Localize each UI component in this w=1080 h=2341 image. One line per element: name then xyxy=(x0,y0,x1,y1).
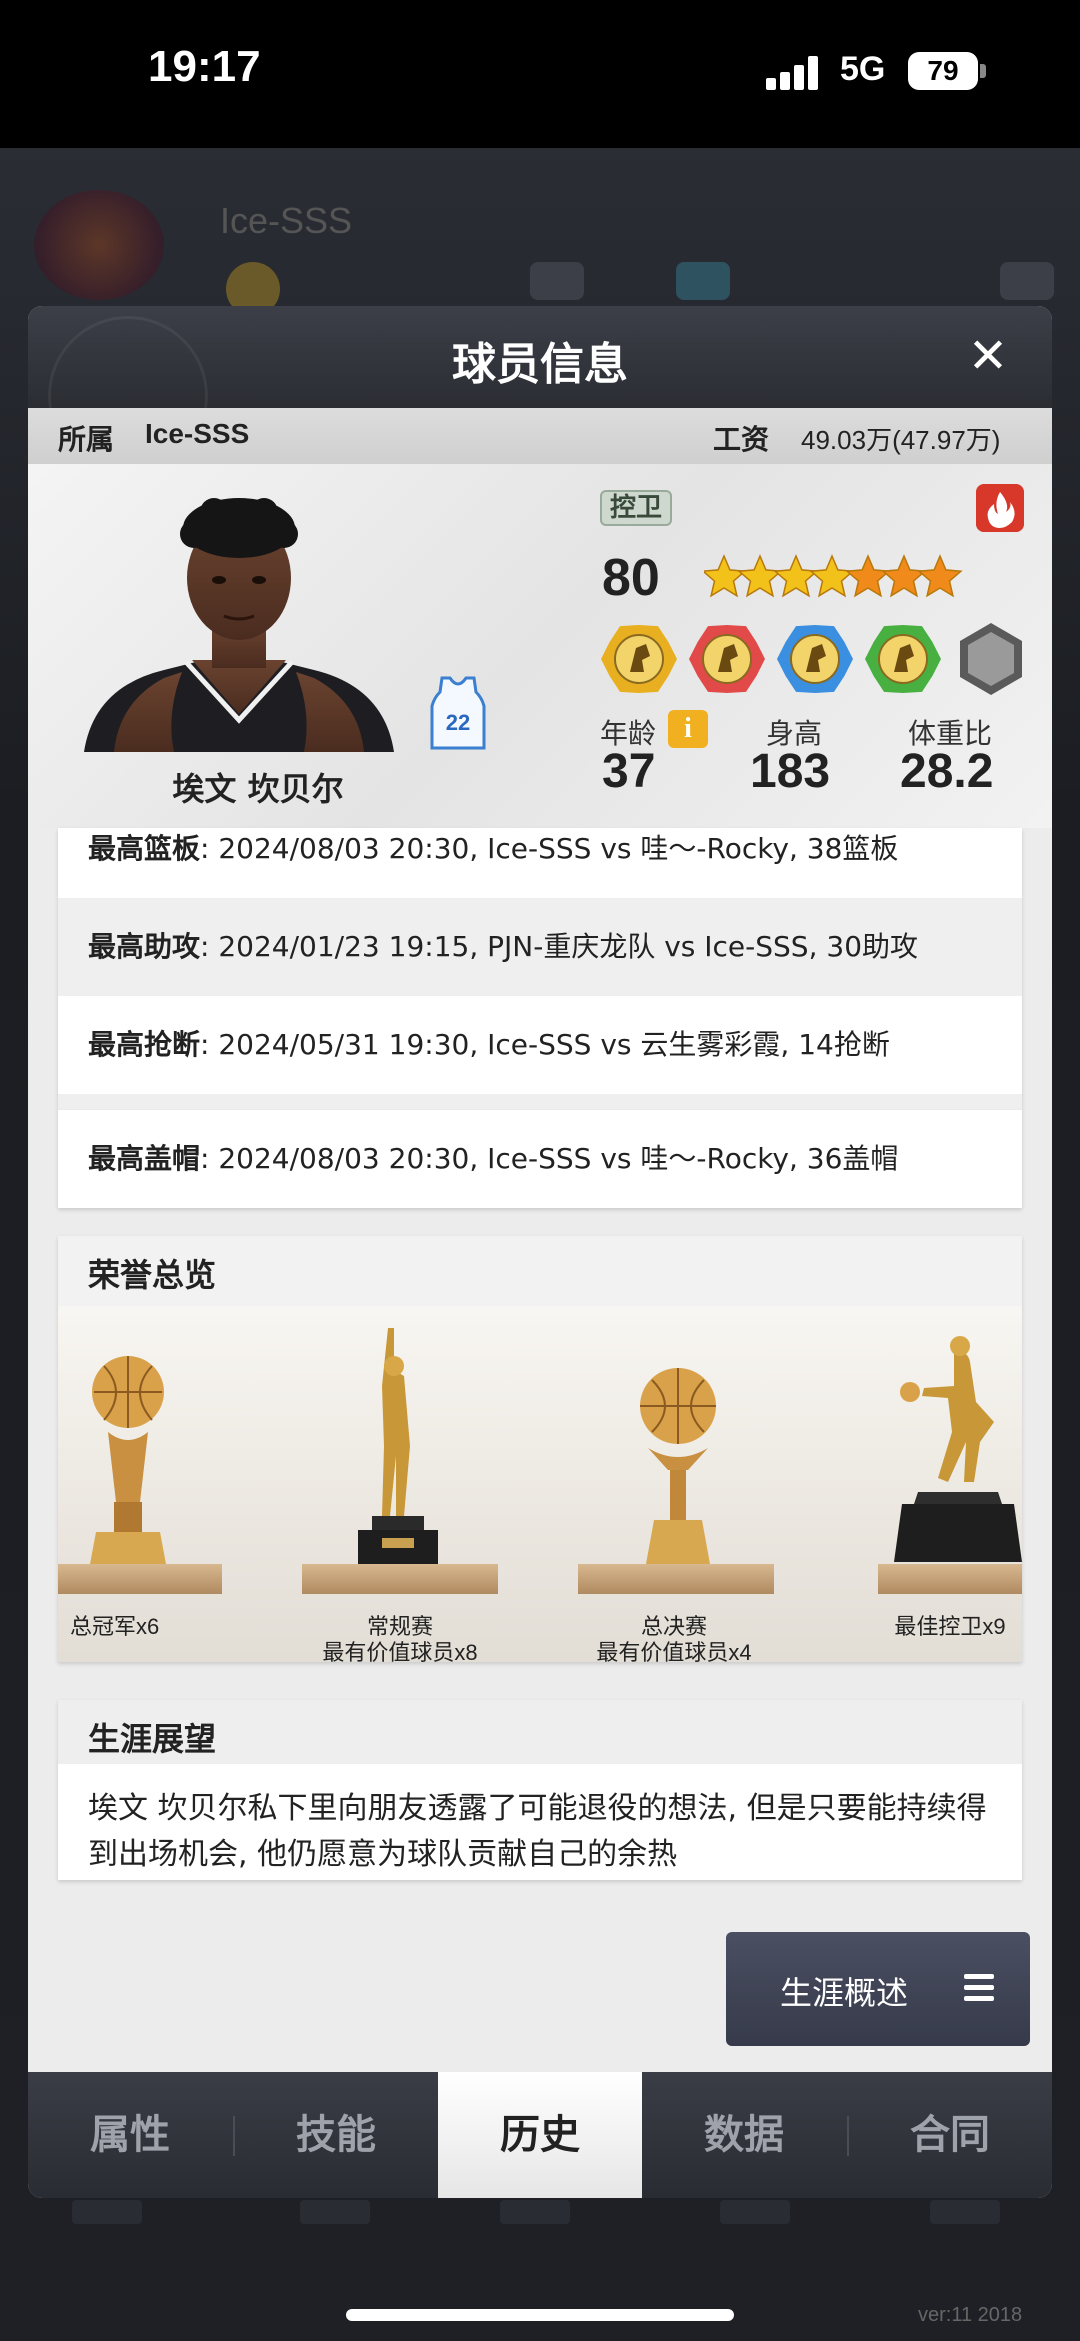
star-icon xyxy=(917,554,963,598)
tab-skills[interactable]: 技能 xyxy=(234,2072,438,2198)
status-bar: 19:17 5G 79 xyxy=(0,0,1080,148)
record-row-partial xyxy=(58,1094,1022,1110)
tab-history[interactable]: 历史 xyxy=(438,2072,642,2198)
team-label: 所属 xyxy=(58,423,115,456)
player-card: 22 埃文 坎贝尔 控卫 80 年龄 i 身高 体重比 37 183 28.2 xyxy=(28,464,1052,828)
fire-icon[interactable] xyxy=(976,484,1024,532)
gold-badge-icon[interactable] xyxy=(600,620,678,698)
battery-tip xyxy=(980,64,986,78)
honors-overview: 荣誉总览 总冠军x6 常规赛 最有价值球员x8 总决赛 最有价值球员x4 最佳控… xyxy=(58,1236,1022,1662)
gem-icon xyxy=(676,262,730,300)
version-label: ver:11 2018 xyxy=(918,2304,1023,2326)
star-rating xyxy=(704,554,963,598)
tab-stats[interactable]: 数据 xyxy=(642,2072,846,2198)
star-icon xyxy=(737,554,783,598)
record-row: 最高助攻: 2024/01/23 19:15, PJN-重庆龙队 vs Ice-… xyxy=(58,898,1022,996)
honor-label: 总冠军x6 xyxy=(70,1614,160,1639)
career-summary-button[interactable]: 生涯概述 xyxy=(726,1932,1030,2046)
career-summary-label: 生涯概述 xyxy=(780,1974,909,2012)
star-icon xyxy=(773,554,819,598)
overall-rating: 80 xyxy=(602,549,660,607)
background-chip xyxy=(530,262,584,300)
outlook-header: 生涯展望 xyxy=(58,1700,1022,1764)
age-value: 37 xyxy=(602,745,656,798)
info-icon[interactable]: i xyxy=(668,710,708,748)
salary-value: 49.03万(47.97万) xyxy=(801,425,1001,455)
star-icon xyxy=(704,554,747,598)
player-info-modal: 球员信息 ✕ 所属 Ice-SSS 工资 49.03万(47.97万) 22 埃… xyxy=(28,306,1052,2198)
honors-title: 荣誉总览 xyxy=(88,1256,217,1294)
home-indicator[interactable] xyxy=(346,2309,734,2321)
career-records-list-tail: 最高盖帽: 2024/08/03 20:30, Ice-SSS vs 哇～-Ro… xyxy=(58,1110,1022,1208)
honor-label: 最佳控卫x9 xyxy=(894,1614,1006,1639)
jersey-number: 22 xyxy=(446,710,470,735)
position-badge: 控卫 xyxy=(600,490,673,526)
jersey-icon: 22 xyxy=(430,676,486,750)
outlook-text: 埃文 坎贝尔私下里向朋友透露了可能退役的想法, 但是只要能持续得到出场机会, 他… xyxy=(88,1791,987,1872)
modal-header: 球员信息 ✕ xyxy=(28,306,1052,476)
regular-season-mvp-trophy-icon xyxy=(358,1328,438,1564)
height-value: 183 xyxy=(750,745,831,798)
tab-contract[interactable]: 合同 xyxy=(848,2072,1052,2198)
menu-icon xyxy=(964,1972,994,2002)
signal-icon xyxy=(766,56,822,90)
honor-label: 常规赛 最有价值球员x8 xyxy=(322,1614,478,1662)
team-salary-bar: 所属 Ice-SSS 工资 49.03万(47.97万) xyxy=(28,408,1052,464)
background-team-name: Ice-SSS xyxy=(220,200,353,241)
battery-icon: 79 xyxy=(908,52,978,90)
bmi-value: 28.2 xyxy=(900,745,994,798)
record-row: 最高盖帽: 2024/08/03 20:30, Ice-SSS vs 哇～-Ro… xyxy=(88,1142,899,1175)
blue-badge-icon[interactable] xyxy=(776,620,854,698)
background-footer xyxy=(0,2200,1080,2290)
modal-title: 球员信息 xyxy=(452,339,628,390)
player-portrait xyxy=(84,498,394,752)
close-icon[interactable]: ✕ xyxy=(962,330,1014,382)
career-outlook: 生涯展望 埃文 坎贝尔私下里向朋友透露了可能退役的想法, 但是只要能持续得到出场… xyxy=(58,1700,1022,1880)
red-badge-icon[interactable] xyxy=(688,620,766,698)
record-row: 最高篮板: 2024/08/03 20:30, Ice-SSS vs 哇～-Ro… xyxy=(88,832,899,865)
team-logo-icon xyxy=(34,190,164,300)
star-icon xyxy=(845,554,891,598)
star-icon xyxy=(809,554,855,598)
bottom-tab-bar: 属性 技能 历史 数据 合同 xyxy=(28,2072,1052,2198)
best-point-guard-trophy-icon xyxy=(894,1336,1022,1562)
team-name: Ice-SSS xyxy=(145,418,250,449)
star-icon xyxy=(881,554,927,598)
background-chip xyxy=(1000,262,1054,300)
championship-trophy-icon xyxy=(90,1356,166,1564)
outlook-title: 生涯展望 xyxy=(88,1720,217,1758)
career-records-list[interactable]: 最高篮板: 2024/08/03 20:30, Ice-SSS vs 哇～-Ro… xyxy=(58,828,1022,1110)
status-time: 19:17 xyxy=(148,42,261,91)
tab-attributes[interactable]: 属性 xyxy=(28,2072,232,2198)
green-badge-icon[interactable] xyxy=(864,620,942,698)
record-row: 最高抢断: 2024/05/31 19:30, Ice-SSS vs 云生雾彩霞… xyxy=(88,1028,890,1061)
trophy-shelf: 总冠军x6 常规赛 最有价值球员x8 总决赛 最有价值球员x4 最佳控卫x9 xyxy=(58,1306,1022,1662)
honor-label: 总决赛 最有价值球员x4 xyxy=(596,1614,752,1662)
skill-badges xyxy=(600,620,1040,700)
salary-label: 工资 xyxy=(713,423,770,456)
gray-badge-icon[interactable] xyxy=(952,620,1030,698)
network-type: 5G xyxy=(840,50,886,88)
finals-mvp-trophy-icon xyxy=(640,1368,716,1564)
